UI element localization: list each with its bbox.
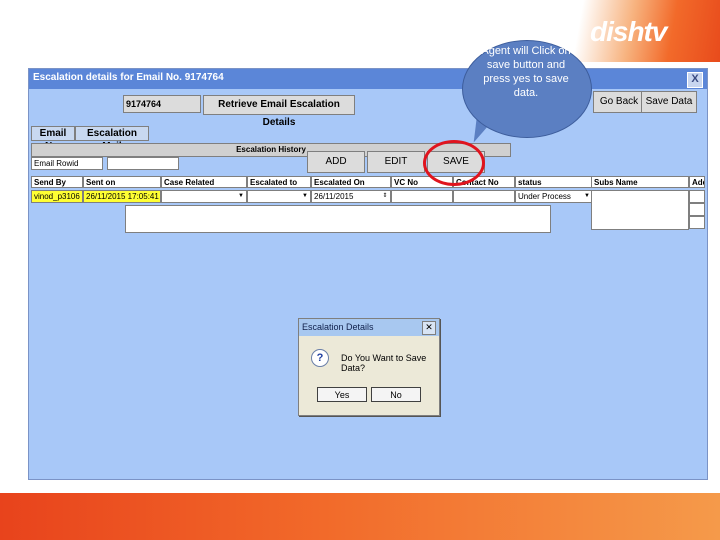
status-dropdown[interactable]: Under Process ▼ <box>515 190 593 203</box>
escalated-on-date[interactable]: 26/11/2015 ⇕ <box>311 190 391 203</box>
no-button[interactable]: No <box>371 387 421 402</box>
add-button[interactable]: ADD <box>307 151 365 173</box>
footer-bar <box>0 493 720 540</box>
add-field-2[interactable] <box>689 203 705 216</box>
save-confirm-dialog: Escalation Details ✕ ? Do You Want to Sa… <box>298 318 440 416</box>
col-subs-name: Subs Name <box>591 176 689 188</box>
save-highlight-circle <box>423 140 485 186</box>
col-status: status <box>515 176 593 188</box>
case-related-dropdown[interactable]: ▼ <box>161 190 247 203</box>
escalation-window: Escalation details for Email No. 9174764… <box>28 68 708 480</box>
col-sent-on: Sent on <box>83 176 161 188</box>
col-escalated-to: Escalated to <box>247 176 311 188</box>
yes-button[interactable]: Yes <box>317 387 367 402</box>
col-case-related: Case Related <box>161 176 247 188</box>
email-no-field[interactable]: 9174764 <box>123 95 201 113</box>
col-escalated-on: Escalated On <box>311 176 391 188</box>
callout-text: Agent will Click on save button and pres… <box>481 45 571 99</box>
contact-no-field[interactable] <box>453 190 515 203</box>
chevron-down-icon: ▼ <box>302 193 308 199</box>
subs-name-field[interactable] <box>591 190 689 230</box>
email-rowid-field[interactable]: Email Rowid <box>31 157 103 170</box>
dishtv-logo: dishtv <box>590 16 667 47</box>
email-rowid-value[interactable] <box>107 157 179 170</box>
chevron-down-icon: ▼ <box>238 193 244 199</box>
window-title-bar: Escalation details for Email No. 9174764… <box>29 69 707 89</box>
col-add: Add <box>689 176 705 188</box>
add-field-3[interactable] <box>689 216 705 229</box>
remarks-area[interactable] <box>125 205 551 233</box>
dialog-title-bar: Escalation Details ✕ <box>299 319 439 336</box>
question-icon: ? <box>311 349 329 367</box>
save-data-button[interactable]: Save Data <box>641 91 697 113</box>
retrieve-details-button[interactable]: Retrieve Email Escalation Details <box>203 95 355 128</box>
add-field-1[interactable] <box>689 190 705 203</box>
escalated-to-dropdown[interactable]: ▼ <box>247 190 311 203</box>
tab-email-no[interactable]: Email No. <box>31 126 75 152</box>
spin-icon: ⇕ <box>382 193 388 199</box>
window-title: Escalation details for Email No. 9174764 <box>33 72 224 83</box>
dialog-close-button[interactable]: ✕ <box>422 321 436 335</box>
vc-no-field[interactable] <box>391 190 453 203</box>
go-back-button[interactable]: Go Back <box>593 91 645 113</box>
edit-button[interactable]: EDIT <box>367 151 425 173</box>
window-close-button[interactable]: X <box>687 72 703 88</box>
cell-sent-on[interactable]: 26/11/2015 17:05:41 <box>83 190 161 203</box>
dialog-message: Do You Want to Save Data? <box>341 353 427 373</box>
col-send-by: Send By <box>31 176 83 188</box>
dialog-title: Escalation Details <box>302 322 374 332</box>
tab-escalation-mail[interactable]: Escalation Mail <box>75 126 149 152</box>
cell-send-by[interactable]: vinod_p3106 <box>31 190 83 203</box>
